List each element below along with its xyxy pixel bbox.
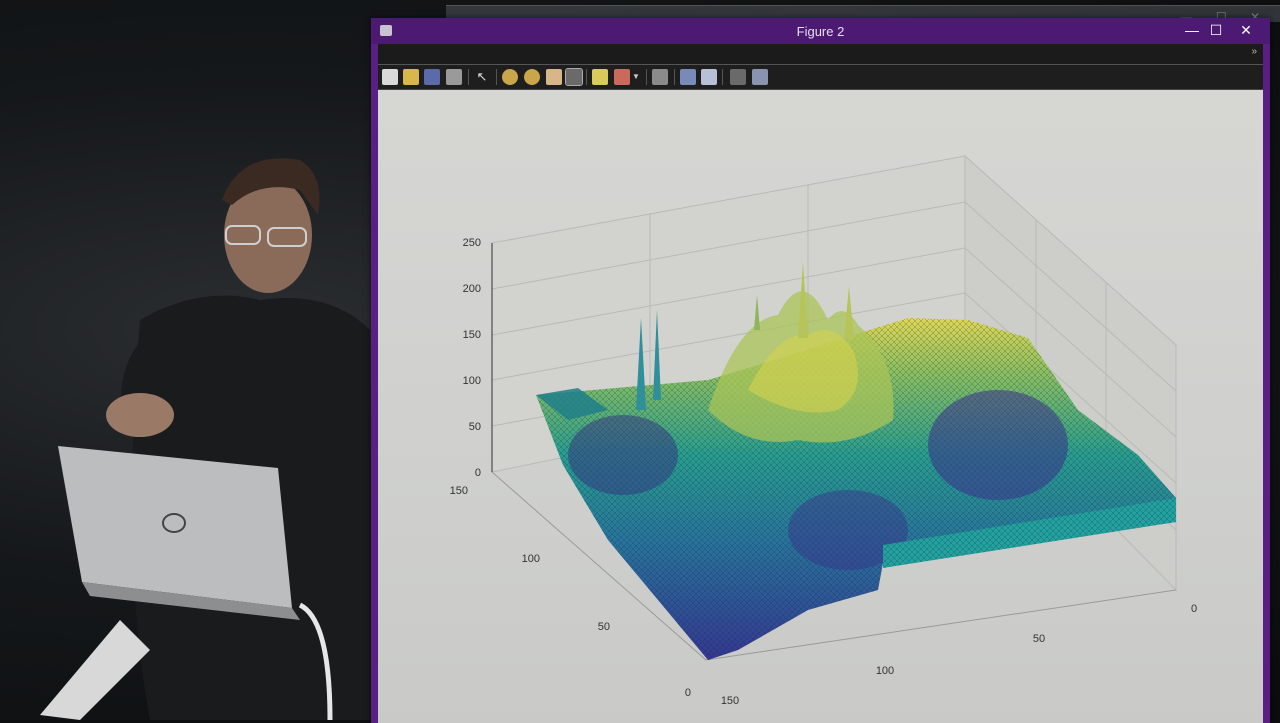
menu-bar: »: [378, 44, 1263, 65]
link-plot-icon[interactable]: [652, 69, 668, 85]
z-axis: 0 50 100 150 200 250: [463, 237, 481, 479]
y-tick: 50: [598, 621, 610, 633]
minimize-button[interactable]: —: [1180, 20, 1204, 40]
window-title: Figure 2: [796, 24, 845, 39]
title-bar: Figure 2 — ☐ ✕: [371, 18, 1270, 44]
edit-plot-icon[interactable]: ↖: [474, 69, 490, 85]
x-tick: 150: [721, 695, 739, 707]
z-tick: 0: [475, 467, 481, 479]
figure-toolbar: ↖ ▼: [378, 65, 1263, 90]
insert-colorbar-icon[interactable]: [680, 69, 696, 85]
plot-canvas[interactable]: 0 50 100 150 200 250 150 100 50 0 150 10…: [378, 90, 1263, 723]
presenter-figure: [40, 158, 372, 720]
maximize-button[interactable]: ☐: [1204, 20, 1228, 40]
new-figure-icon[interactable]: [382, 69, 398, 85]
z-tick: 200: [463, 283, 481, 295]
data-cursor-icon[interactable]: [592, 69, 608, 85]
y-tick: 100: [522, 553, 540, 565]
figure-window: Figure 2 — ☐ ✕ » ↖ ▼ 0 50 100 150 200 25…: [371, 18, 1270, 723]
x-tick: 100: [876, 665, 894, 677]
y-tick: 0: [685, 687, 691, 699]
zoom-in-icon[interactable]: [502, 69, 518, 85]
z-tick: 50: [469, 421, 481, 433]
rotate-3d-icon[interactable]: [565, 68, 583, 86]
open-file-icon[interactable]: [403, 69, 419, 85]
zoom-out-icon[interactable]: [524, 69, 540, 85]
brush-dropdown-icon[interactable]: ▼: [632, 69, 640, 85]
insert-legend-icon[interactable]: [701, 69, 717, 85]
close-button[interactable]: ✕: [1234, 20, 1258, 40]
z-tick: 250: [463, 237, 481, 249]
z-tick: 150: [463, 329, 481, 341]
y-tick: 150: [450, 485, 468, 497]
surface-basin: [568, 415, 678, 495]
show-plot-tools-icon[interactable]: [752, 69, 768, 85]
print-icon[interactable]: [446, 69, 462, 85]
brush-icon[interactable]: [614, 69, 630, 85]
surface-basin: [928, 390, 1068, 500]
laptop-stand: [40, 620, 150, 720]
surface-plot[interactable]: 0 50 100 150 200 250 150 100 50 0 150 10…: [378, 90, 1263, 723]
x-tick: 50: [1033, 633, 1045, 645]
save-icon[interactable]: [424, 69, 440, 85]
x-tick: 0: [1191, 603, 1197, 615]
expand-chevron-icon[interactable]: »: [1251, 46, 1257, 57]
hide-plot-tools-icon[interactable]: [730, 69, 746, 85]
pan-icon[interactable]: [546, 69, 562, 85]
presenter-hand: [106, 393, 174, 437]
z-tick: 100: [463, 375, 481, 387]
